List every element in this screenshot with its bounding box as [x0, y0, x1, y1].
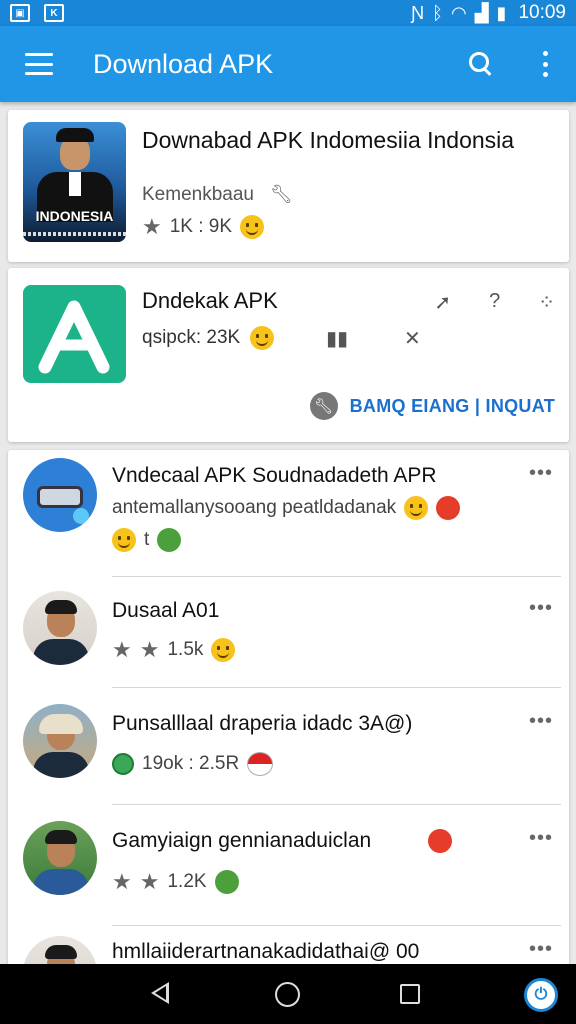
- list-item-meta: ★ ★ 1.5k: [112, 637, 236, 663]
- list-item-title[interactable]: hmllaiiderartnanakadidathai@ 00: [112, 940, 419, 964]
- wrench-icon: 🔧︎: [309, 392, 338, 420]
- apk-card-actions-secondary: ▮▮ ✕: [326, 326, 421, 351]
- star-icon: ★: [139, 637, 160, 662]
- star-icon: ★: [139, 869, 160, 894]
- star-icon: ★: [112, 869, 132, 894]
- featured-app-thumbnail[interactable]: INDONESIA: [23, 122, 126, 242]
- home-icon[interactable]: [275, 982, 300, 1007]
- more-options-icon[interactable]: •••: [529, 597, 553, 620]
- app-notification-icon: K: [44, 4, 64, 22]
- overflow-menu-icon[interactable]: [540, 51, 550, 77]
- apk-app-title[interactable]: Dndekak APK: [142, 288, 278, 314]
- grid-icon[interactable]: ⁘: [538, 290, 555, 315]
- back-icon[interactable]: [151, 982, 169, 1004]
- apk-card-actions: ➚ ? ⁘: [434, 290, 555, 315]
- chart-icon[interactable]: ▮▮: [326, 326, 348, 351]
- list-item-title[interactable]: Vndecaal APK Soudnadadeth APR: [112, 464, 437, 488]
- smiley-emoji-icon: [404, 496, 429, 520]
- more-options-icon[interactable]: •••: [529, 462, 553, 485]
- featured-app-card[interactable]: INDONESIA Downabad APK Indomesiia Indons…: [8, 110, 569, 262]
- user-avatar[interactable]: [23, 821, 97, 895]
- featured-app-title[interactable]: Downabad APK Indomesiia Indonsia: [142, 126, 552, 154]
- fire-emoji-icon: [436, 496, 461, 520]
- nfc-icon: Ɲ: [411, 2, 425, 23]
- apk-stat-text: qsipck: 23K: [142, 327, 241, 348]
- clock: 10:09: [518, 2, 566, 23]
- list-item-meta: 19ok : 2.5R: [112, 752, 274, 776]
- smiley-emoji-icon: [240, 215, 265, 239]
- app-avatar[interactable]: [23, 458, 97, 532]
- smiley-emoji-icon: [250, 326, 275, 350]
- featured-app-developer: Kemenkbaau: [142, 184, 254, 205]
- share-icon[interactable]: ➚: [434, 290, 451, 315]
- user-avatar[interactable]: [23, 591, 97, 665]
- thumbnail-label: INDONESIA: [35, 208, 114, 224]
- list-item-title[interactable]: Dusaal A01: [112, 599, 219, 623]
- flag-icon: [247, 752, 274, 776]
- wifi-icon: ◠: [450, 2, 467, 23]
- apk-app-card[interactable]: Dndekak APK qsipck: 23K ➚ ? ⁘ ▮▮ ✕ 🔧︎ BA…: [8, 268, 569, 442]
- close-icon[interactable]: ✕: [404, 326, 421, 351]
- green-emoji-icon: [157, 528, 182, 552]
- app-list: Vndecaal APK Soudnadadeth APR ••• antema…: [8, 450, 569, 970]
- list-item-meta-text: 1.2K: [167, 871, 207, 892]
- more-options-icon[interactable]: •••: [529, 827, 553, 850]
- app-title: Download APK: [93, 48, 274, 79]
- fire-emoji-icon: [428, 829, 452, 853]
- list-item-title[interactable]: Gamyiaign gennianaduiclan: [112, 829, 371, 853]
- signal-icon: ▟: [474, 2, 489, 23]
- list-item[interactable]: Gamyiaign gennianaduiclan ••• ★ ★ 1.2K: [8, 805, 569, 925]
- star-icon: ★: [112, 637, 132, 662]
- list-item[interactable]: Vndecaal APK Soudnadadeth APR ••• antema…: [8, 450, 569, 576]
- list-item-subtitle-row: antemallanysooang peatldadanak: [112, 496, 461, 520]
- bluetooth-icon: ᛒ: [432, 2, 443, 23]
- list-item[interactable]: Dusaal A01 ••• ★ ★ 1.5k: [8, 577, 569, 687]
- star-icon: ★: [142, 214, 162, 239]
- apk-app-stats: qsipck: 23K: [142, 326, 275, 350]
- list-item-subtitle: antemallanysooang peatldadanak: [112, 497, 397, 518]
- apk-app-icon[interactable]: [23, 285, 126, 383]
- menu-icon[interactable]: [25, 53, 53, 75]
- gallery-notification-icon: ▣: [10, 4, 30, 22]
- list-item-meta: t: [112, 528, 182, 552]
- list-item-meta-text: t: [144, 529, 150, 550]
- list-item[interactable]: Punsalllaal draperia idadc 3A@) ••• 19ok…: [8, 688, 569, 804]
- battery-icon: ▮: [496, 2, 507, 23]
- status-bar: ▣ K Ɲ ᛒ ◠ ▟ ▮ 10:09: [0, 0, 576, 26]
- leaf-emoji-icon: [214, 870, 239, 894]
- featured-app-stats: ★ 1K : 9K: [142, 214, 265, 240]
- more-options-icon[interactable]: •••: [529, 938, 553, 961]
- smiley-emoji-icon: [211, 638, 236, 662]
- list-item-meta-text: 19ok : 2.5R: [142, 753, 240, 774]
- list-item-meta: ★ ★ 1.2K: [112, 869, 239, 895]
- featured-rating: 1K : 9K: [169, 216, 233, 237]
- more-options-icon[interactable]: •••: [529, 710, 553, 733]
- help-icon[interactable]: ?: [489, 290, 500, 315]
- system-nav-bar: ⏻: [0, 964, 576, 1024]
- app-bar: Download APK: [0, 26, 576, 102]
- apk-install-link[interactable]: BAMQ EIANG | INQUAT: [350, 396, 555, 417]
- recent-apps-icon[interactable]: [400, 984, 420, 1004]
- green-badge-icon: [112, 753, 134, 775]
- apk-card-link[interactable]: 🔧︎ BAMQ EIANG | INQUAT: [309, 392, 555, 420]
- list-item-title[interactable]: Punsalllaal draperia idadc 3A@): [112, 712, 412, 736]
- floating-app-icon[interactable]: ⏻: [524, 978, 558, 1012]
- wink-emoji-icon: [112, 528, 136, 552]
- search-icon[interactable]: [466, 49, 496, 79]
- user-avatar[interactable]: [23, 704, 97, 778]
- wrench-icon: 🔧︎: [270, 184, 293, 204]
- list-item-meta-text: 1.5k: [167, 639, 204, 660]
